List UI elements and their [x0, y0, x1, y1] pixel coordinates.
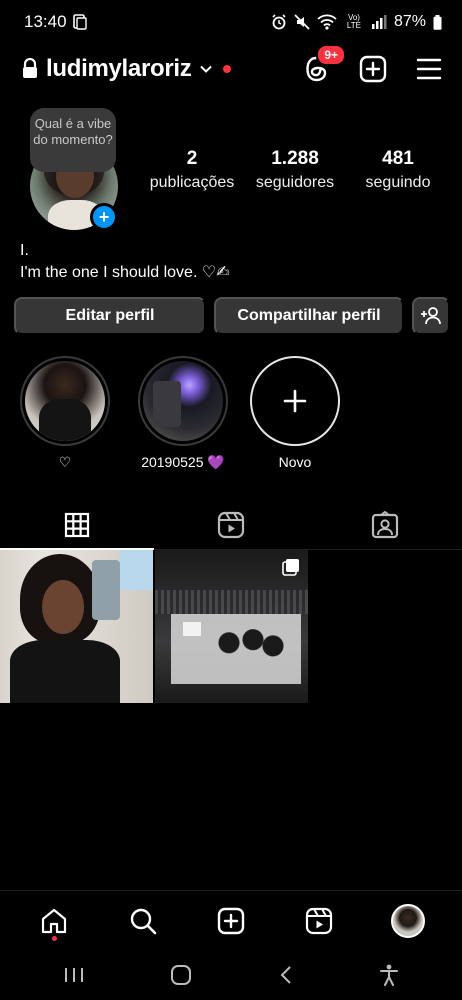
tab-tagged[interactable] [308, 500, 462, 549]
create-button[interactable] [358, 54, 388, 84]
stat-following-value: 481 [382, 148, 414, 169]
chevron-down-icon[interactable] [199, 62, 213, 76]
highlight-1-cover [25, 361, 105, 441]
search-icon [130, 908, 156, 934]
tab-reels[interactable] [154, 500, 308, 549]
highlight-2-cover [143, 361, 223, 441]
menu-button[interactable] [414, 54, 444, 84]
stat-followers-value: 1.288 [271, 148, 319, 169]
post-thumbnail-1[interactable] [0, 550, 153, 703]
note-bubble[interactable]: Qual é a vibe do momento? [30, 108, 116, 172]
hamburger-menu-icon [416, 58, 442, 80]
bio: I. I'm the one I should love. ♡✍ [20, 240, 230, 284]
notification-badge: 9+ [316, 44, 346, 66]
status-bar: 13:40 Vo) LTE 87% [0, 0, 462, 44]
system-nav [0, 950, 462, 1000]
stat-following-label: seguindo [365, 174, 431, 191]
home-unread-dot [51, 935, 57, 941]
grid-icon [64, 512, 90, 537]
battery-percent: 87% [393, 13, 426, 30]
share-profile-button[interactable]: Compartilhar perfil [214, 297, 404, 335]
home-icon [42, 908, 67, 933]
clock: 13:40 [24, 12, 67, 31]
highlight-1[interactable]: ♡ [20, 356, 110, 471]
add-person-icon [421, 307, 441, 325]
lock-icon [23, 58, 37, 78]
back-icon[interactable] [278, 965, 294, 985]
profile-avatar-small [390, 903, 425, 938]
stat-posts[interactable]: 2 publicações [144, 148, 240, 192]
post-grid [0, 550, 308, 703]
home-button-icon[interactable] [170, 964, 192, 986]
nav-profile[interactable] [388, 901, 428, 941]
nav-create[interactable] [211, 901, 251, 941]
nav-search[interactable] [123, 901, 163, 941]
stat-posts-value: 2 [186, 148, 198, 169]
reels-icon [217, 511, 245, 538]
profile-tabs [0, 500, 462, 550]
add-square-icon [217, 907, 245, 934]
nav-reels[interactable] [299, 901, 339, 941]
alarm-icon [272, 14, 286, 30]
add-story-icon[interactable]: + [90, 203, 118, 231]
bottom-nav [0, 890, 462, 950]
tagged-icon [371, 510, 399, 538]
threads-button[interactable]: 9+ [302, 44, 346, 84]
highlight-2[interactable]: 20190525 💜 [138, 356, 228, 471]
bio-name: I. [20, 242, 29, 259]
wifi-icon [317, 14, 337, 30]
add-square-icon [359, 55, 387, 83]
stat-posts-label: publicações [149, 174, 235, 191]
accessibility-icon[interactable] [379, 964, 399, 986]
stat-followers[interactable]: 1.288 seguidores [240, 148, 350, 192]
mute-icon [294, 14, 310, 30]
nav-home[interactable] [34, 901, 74, 941]
highlight-new-label: Novo [278, 454, 312, 470]
stat-following[interactable]: 481 seguindo [350, 148, 446, 192]
discover-people-button[interactable] [412, 297, 450, 335]
highlight-1-label: ♡ [58, 454, 72, 470]
profile-actions: Editar perfil Compartilhar perfil [14, 297, 450, 335]
network-label: Vo) LTE [346, 13, 361, 30]
reels-icon [306, 907, 333, 934]
stat-followers-label: seguidores [255, 174, 335, 191]
highlight-2-label: 20190525 💜 [141, 454, 225, 470]
edit-profile-button[interactable]: Editar perfil [14, 297, 206, 335]
signal-icon [371, 15, 387, 29]
profile-header: ludimylaroriz 9+ [0, 44, 462, 92]
plus-icon [283, 389, 307, 413]
recent-apps-icon[interactable] [63, 966, 85, 984]
post-thumbnail-2[interactable] [155, 550, 308, 703]
highlight-new[interactable]: Novo [250, 356, 340, 470]
screenshot-icon [72, 14, 87, 30]
profile-stats: 2 publicações 1.288 seguidores 481 segui… [144, 148, 446, 192]
battery-icon [433, 14, 442, 30]
carousel-icon [282, 559, 299, 576]
tab-grid[interactable] [0, 500, 154, 550]
unread-dot [223, 65, 232, 73]
username[interactable]: ludimylaroriz [46, 55, 192, 83]
bio-text: I'm the one I should love. ♡✍ [20, 264, 230, 281]
